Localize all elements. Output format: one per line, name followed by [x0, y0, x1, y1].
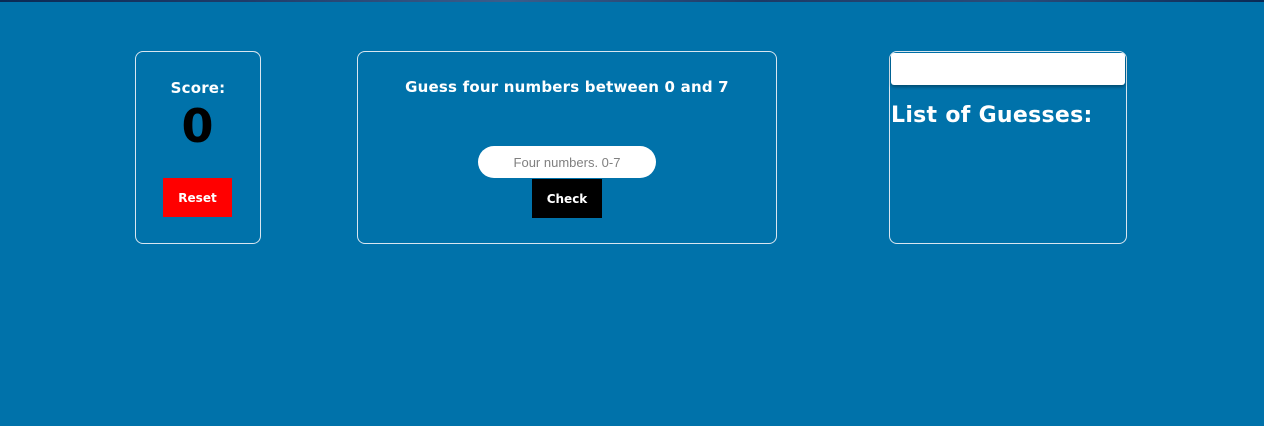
- score-value: 0: [181, 99, 215, 153]
- reset-button[interactable]: Reset: [163, 178, 232, 217]
- guesses-panel: List of Guesses:: [889, 51, 1127, 244]
- guess-input[interactable]: [478, 146, 656, 178]
- guesses-header-bar: [891, 53, 1125, 85]
- score-label: Score:: [170, 79, 226, 97]
- score-panel: Score: 0 Reset: [135, 51, 261, 244]
- top-edge-strip: [0, 0, 1264, 2]
- check-button[interactable]: Check: [532, 179, 602, 218]
- game-instructions: Guess four numbers between 0 and 7: [405, 78, 729, 96]
- guess-panel: Guess four numbers between 0 and 7 Check: [357, 51, 777, 244]
- guesses-title: List of Guesses:: [891, 103, 1093, 128]
